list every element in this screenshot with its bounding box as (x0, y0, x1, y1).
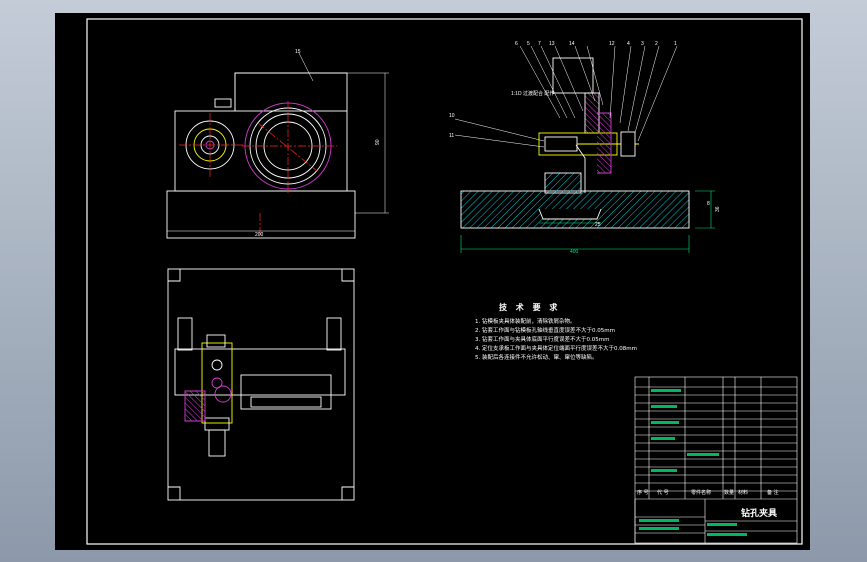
parts-header-code: 代 号 (657, 490, 669, 496)
part-15-label: 15 (295, 49, 301, 55)
tech-req-2: 2. 钻套工作面与钻模板孔轴线垂直度误差不大于0.05mm (475, 328, 615, 334)
section-small-dim: 8 (707, 201, 710, 207)
balloon-2: 2 (655, 41, 658, 47)
parts-header-no: 序 号 (637, 490, 649, 496)
balloon-12: 12 (609, 41, 615, 47)
balloon-14: 14 (569, 41, 575, 47)
cad-viewport[interactable]: 15 200 90 400 36 8 25 1:1D 过渡配合 配作 6 5 7… (0, 0, 867, 562)
balloon-1: 1 (674, 41, 677, 47)
tech-req-heading: 技 术 要 求 (499, 303, 561, 312)
parts-header-name: 零件名称 (691, 490, 712, 496)
section-view (460, 57, 690, 229)
front-width-dim: 200 (255, 232, 264, 238)
section-slot-dim: 25 (595, 222, 601, 228)
balloon-6: 6 (515, 41, 518, 47)
parts-header-material: 材料 (738, 490, 749, 496)
balloon-11: 11 (449, 133, 454, 139)
tech-req-5: 5. 装配后各连接件不允许松动、窜、窜位等缺陷。 (475, 355, 598, 361)
balloon-7: 7 (538, 41, 541, 47)
top-view (167, 268, 355, 501)
balloon-4: 4 (627, 41, 630, 47)
drawing-name: 钻孔夹具 (741, 509, 778, 519)
tech-req-4: 4. 定位支承板工作面与夹具体定位端面平行度误差不大于0.08mm (475, 346, 637, 352)
front-view (166, 72, 356, 239)
balloon-10: 10 (449, 113, 455, 119)
section-height-dim: 36 (715, 206, 721, 212)
tech-req-1: 1. 钻模板夹具体装配前，清除铁屑杂物。 (475, 319, 576, 325)
balloon-13: 13 (549, 41, 555, 47)
drawing-canvas[interactable]: 15 200 90 400 36 8 25 1:1D 过渡配合 配作 6 5 7… (55, 13, 810, 550)
balloon-3: 3 (641, 41, 644, 47)
tech-req-3: 3. 钻套工作面与夹具体底面平行度误差不大于0.05mm (475, 337, 610, 343)
balloon-5: 5 (527, 41, 530, 47)
sheet-border (86, 18, 803, 545)
front-view-dimensions (167, 52, 389, 232)
balloon-leaders (454, 45, 678, 148)
parts-header-qty: 数量 (724, 490, 735, 496)
front-height-dim: 90 (375, 139, 381, 145)
parts-header-notes: 备 注 (767, 490, 779, 496)
drawing-sheet: 15 200 90 400 36 8 25 1:1D 过渡配合 配作 6 5 7… (86, 18, 803, 545)
section-width-dim: 400 (570, 249, 579, 255)
